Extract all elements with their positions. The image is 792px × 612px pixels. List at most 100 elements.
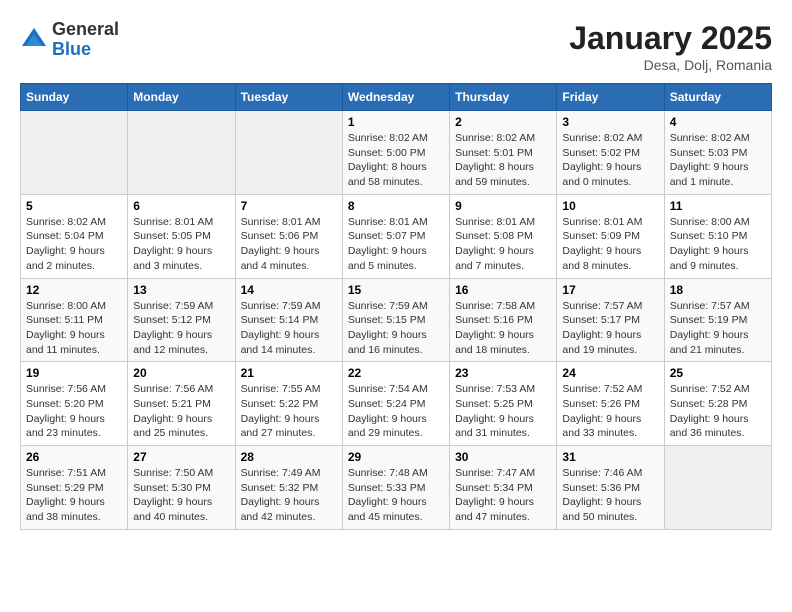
- calendar-week-row: 26Sunrise: 7:51 AM Sunset: 5:29 PM Dayli…: [21, 446, 772, 530]
- day-number: 11: [670, 199, 766, 213]
- day-number: 29: [348, 450, 444, 464]
- day-info: Sunrise: 7:52 AM Sunset: 5:26 PM Dayligh…: [562, 382, 658, 441]
- day-of-week-header: Tuesday: [235, 84, 342, 111]
- day-info: Sunrise: 8:00 AM Sunset: 5:10 PM Dayligh…: [670, 215, 766, 274]
- calendar-day-cell: 22 Sunrise: 7:54 AM Sunset: 5:24 PM Dayli…: [342, 362, 449, 446]
- day-info: Sunrise: 7:58 AM Sunset: 5:16 PM Dayligh…: [455, 299, 551, 358]
- logo-icon: [20, 26, 48, 54]
- day-info: Sunrise: 8:01 AM Sunset: 5:08 PM Dayligh…: [455, 215, 551, 274]
- day-info: Sunrise: 7:57 AM Sunset: 5:17 PM Dayligh…: [562, 299, 658, 358]
- calendar-day-cell: 9 Sunrise: 8:01 AM Sunset: 5:08 PM Daylig…: [450, 194, 557, 278]
- calendar-week-row: 5Sunrise: 8:02 AM Sunset: 5:04 PM Daylig…: [21, 194, 772, 278]
- calendar-day-cell: 27 Sunrise: 7:50 AM Sunset: 5:30 PM Dayli…: [128, 446, 235, 530]
- logo-general: General: [52, 19, 119, 39]
- day-number: 1: [348, 115, 444, 129]
- day-of-week-header: Friday: [557, 84, 664, 111]
- day-info: Sunrise: 7:49 AM Sunset: 5:32 PM Dayligh…: [241, 466, 337, 525]
- day-number: 7: [241, 199, 337, 213]
- day-number: 22: [348, 366, 444, 380]
- day-info: Sunrise: 7:51 AM Sunset: 5:29 PM Dayligh…: [26, 466, 122, 525]
- day-number: 20: [133, 366, 229, 380]
- day-number: 8: [348, 199, 444, 213]
- day-info: Sunrise: 7:48 AM Sunset: 5:33 PM Dayligh…: [348, 466, 444, 525]
- day-number: 15: [348, 283, 444, 297]
- calendar-day-cell: 28Sunrise: 7:49 AM Sunset: 5:32 PM Dayli…: [235, 446, 342, 530]
- day-info: Sunrise: 8:01 AM Sunset: 5:09 PM Dayligh…: [562, 215, 658, 274]
- day-number: 3: [562, 115, 658, 129]
- day-info: Sunrise: 7:50 AM Sunset: 5:30 PM Dayligh…: [133, 466, 229, 525]
- calendar-day-cell: 16 Sunrise: 7:58 AM Sunset: 5:16 PM Dayli…: [450, 278, 557, 362]
- day-number: 30: [455, 450, 551, 464]
- location-subtitle: Desa, Dolj, Romania: [569, 57, 772, 73]
- day-number: 10: [562, 199, 658, 213]
- calendar-day-cell: 13 Sunrise: 7:59 AM Sunset: 5:12 PM Dayli…: [128, 278, 235, 362]
- day-number: 25: [670, 366, 766, 380]
- calendar-day-cell: 1 Sunrise: 8:02 AM Sunset: 5:00 PM Daylig…: [342, 111, 449, 195]
- calendar-day-cell: 14 Sunrise: 7:59 AM Sunset: 5:14 PM Dayli…: [235, 278, 342, 362]
- day-number: 23: [455, 366, 551, 380]
- day-info: Sunrise: 7:55 AM Sunset: 5:22 PM Dayligh…: [241, 382, 337, 441]
- calendar-table: SundayMondayTuesdayWednesdayThursdayFrid…: [20, 83, 772, 530]
- calendar-day-cell: 20 Sunrise: 7:56 AM Sunset: 5:21 PM Dayli…: [128, 362, 235, 446]
- day-number: 2: [455, 115, 551, 129]
- day-number: 12: [26, 283, 122, 297]
- day-info: Sunrise: 7:46 AM Sunset: 5:36 PM Dayligh…: [562, 466, 658, 525]
- day-info: Sunrise: 7:52 AM Sunset: 5:28 PM Dayligh…: [670, 382, 766, 441]
- day-info: Sunrise: 7:57 AM Sunset: 5:19 PM Dayligh…: [670, 299, 766, 358]
- day-number: 4: [670, 115, 766, 129]
- day-info: Sunrise: 7:59 AM Sunset: 5:14 PM Dayligh…: [241, 299, 337, 358]
- day-info: Sunrise: 7:59 AM Sunset: 5:15 PM Dayligh…: [348, 299, 444, 358]
- calendar-day-cell: 10 Sunrise: 8:01 AM Sunset: 5:09 PM Dayli…: [557, 194, 664, 278]
- day-of-week-header: Monday: [128, 84, 235, 111]
- calendar-day-cell: 12Sunrise: 8:00 AM Sunset: 5:11 PM Dayli…: [21, 278, 128, 362]
- day-of-week-header: Sunday: [21, 84, 128, 111]
- day-number: 21: [241, 366, 337, 380]
- day-info: Sunrise: 7:47 AM Sunset: 5:34 PM Dayligh…: [455, 466, 551, 525]
- day-info: Sunrise: 8:02 AM Sunset: 5:02 PM Dayligh…: [562, 131, 658, 190]
- day-info: Sunrise: 7:56 AM Sunset: 5:20 PM Dayligh…: [26, 382, 122, 441]
- day-number: 31: [562, 450, 658, 464]
- day-info: Sunrise: 8:01 AM Sunset: 5:05 PM Dayligh…: [133, 215, 229, 274]
- calendar-day-cell: 17 Sunrise: 7:57 AM Sunset: 5:17 PM Dayli…: [557, 278, 664, 362]
- calendar-day-cell: [128, 111, 235, 195]
- calendar-day-cell: [21, 111, 128, 195]
- calendar-header-row: SundayMondayTuesdayWednesdayThursdayFrid…: [21, 84, 772, 111]
- day-info: Sunrise: 8:02 AM Sunset: 5:00 PM Dayligh…: [348, 131, 444, 190]
- day-number: 19: [26, 366, 122, 380]
- calendar-day-cell: [664, 446, 771, 530]
- day-number: 17: [562, 283, 658, 297]
- day-number: 18: [670, 283, 766, 297]
- day-number: 6: [133, 199, 229, 213]
- day-number: 5: [26, 199, 122, 213]
- day-info: Sunrise: 7:53 AM Sunset: 5:25 PM Dayligh…: [455, 382, 551, 441]
- day-info: Sunrise: 8:02 AM Sunset: 5:01 PM Dayligh…: [455, 131, 551, 190]
- calendar-week-row: 19 Sunrise: 7:56 AM Sunset: 5:20 PM Dayli…: [21, 362, 772, 446]
- day-info: Sunrise: 7:56 AM Sunset: 5:21 PM Dayligh…: [133, 382, 229, 441]
- calendar-day-cell: 11 Sunrise: 8:00 AM Sunset: 5:10 PM Dayli…: [664, 194, 771, 278]
- day-info: Sunrise: 7:59 AM Sunset: 5:12 PM Dayligh…: [133, 299, 229, 358]
- day-info: Sunrise: 8:01 AM Sunset: 5:06 PM Dayligh…: [241, 215, 337, 274]
- day-number: 13: [133, 283, 229, 297]
- calendar-day-cell: 29 Sunrise: 7:48 AM Sunset: 5:33 PM Dayli…: [342, 446, 449, 530]
- calendar-day-cell: 6 Sunrise: 8:01 AM Sunset: 5:05 PM Daylig…: [128, 194, 235, 278]
- day-info: Sunrise: 8:02 AM Sunset: 5:03 PM Dayligh…: [670, 131, 766, 190]
- calendar-day-cell: 26Sunrise: 7:51 AM Sunset: 5:29 PM Dayli…: [21, 446, 128, 530]
- day-of-week-header: Saturday: [664, 84, 771, 111]
- calendar-day-cell: 8Sunrise: 8:01 AM Sunset: 5:07 PM Daylig…: [342, 194, 449, 278]
- title-block: January 2025 Desa, Dolj, Romania: [569, 20, 772, 73]
- calendar-day-cell: 19 Sunrise: 7:56 AM Sunset: 5:20 PM Dayli…: [21, 362, 128, 446]
- day-info: Sunrise: 7:54 AM Sunset: 5:24 PM Dayligh…: [348, 382, 444, 441]
- calendar-day-cell: 2 Sunrise: 8:02 AM Sunset: 5:01 PM Daylig…: [450, 111, 557, 195]
- calendar-day-cell: 24Sunrise: 7:52 AM Sunset: 5:26 PM Dayli…: [557, 362, 664, 446]
- day-number: 9: [455, 199, 551, 213]
- calendar-day-cell: 18 Sunrise: 7:57 AM Sunset: 5:19 PM Dayli…: [664, 278, 771, 362]
- day-of-week-header: Wednesday: [342, 84, 449, 111]
- day-number: 27: [133, 450, 229, 464]
- day-of-week-header: Thursday: [450, 84, 557, 111]
- day-number: 16: [455, 283, 551, 297]
- calendar-day-cell: 3 Sunrise: 8:02 AM Sunset: 5:02 PM Daylig…: [557, 111, 664, 195]
- calendar-week-row: 12Sunrise: 8:00 AM Sunset: 5:11 PM Dayli…: [21, 278, 772, 362]
- calendar-day-cell: 21 Sunrise: 7:55 AM Sunset: 5:22 PM Dayli…: [235, 362, 342, 446]
- day-number: 14: [241, 283, 337, 297]
- calendar-day-cell: 15 Sunrise: 7:59 AM Sunset: 5:15 PM Dayli…: [342, 278, 449, 362]
